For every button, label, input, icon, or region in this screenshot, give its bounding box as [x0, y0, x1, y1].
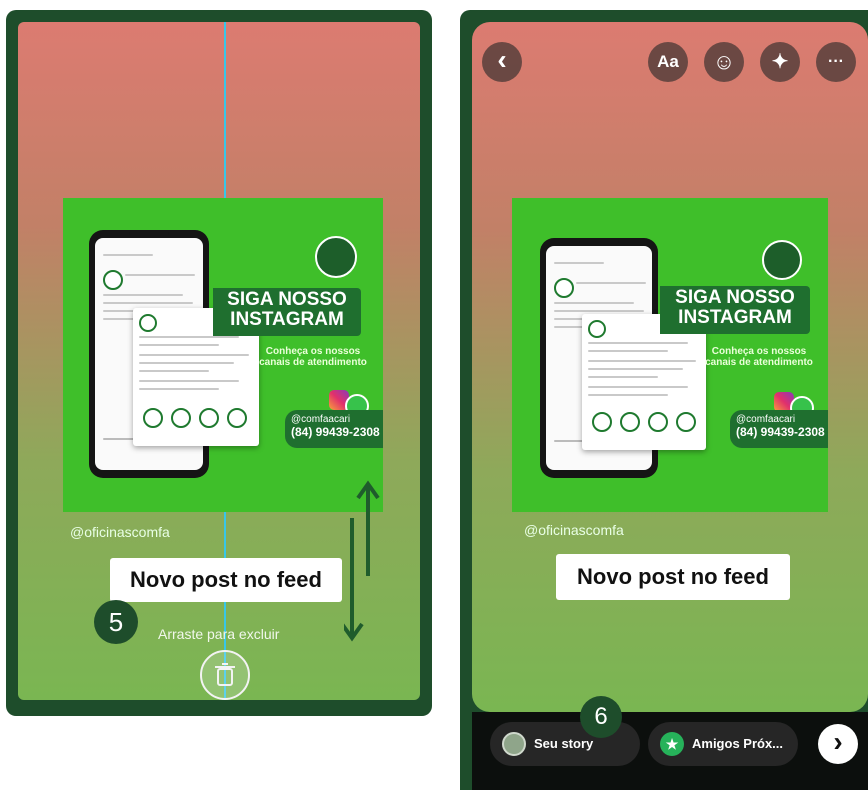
more-dots-icon[interactable]: ···: [816, 42, 856, 82]
text-icon[interactable]: Aa: [648, 42, 688, 82]
text-sticker[interactable]: Novo post no feed: [110, 558, 342, 602]
drag-arrows-icon: [344, 480, 380, 642]
headline-line-1: SIGA NOSSO: [675, 287, 795, 308]
your-story-label: Seu story: [534, 736, 594, 751]
mention-tag[interactable]: @oficinascomfa: [70, 524, 170, 540]
trash-drop-target[interactable]: [200, 650, 250, 700]
close-friends-label: Amigos Próx...: [692, 736, 784, 751]
mention-tag[interactable]: @oficinascomfa: [524, 522, 624, 538]
share-bar: Seu story ★ Amigos Próx... ›: [472, 712, 868, 790]
contact-phone: (84) 99439-2308: [291, 425, 380, 439]
close-friends-star-icon: ★: [660, 732, 684, 756]
back-arrow-icon[interactable]: ‹: [482, 42, 522, 82]
headline-line-1: SIGA NOSSO: [227, 289, 347, 310]
contact-box: @comfaacari (84) 99439-2308: [730, 410, 828, 448]
contact-handle: @comfaacari: [291, 414, 351, 425]
text-sticker[interactable]: Novo post no feed: [556, 554, 790, 600]
post-subtitle: Conheça os nossos canais de atendimento: [243, 346, 383, 368]
post-headline: SIGA NOSSO INSTAGRAM: [213, 288, 361, 336]
post-subtitle: Conheça os nossos canais de atendimento: [690, 346, 828, 368]
profile-popup: [582, 314, 706, 450]
subtitle-line-1: Conheça os nossos: [711, 346, 807, 357]
post-preview[interactable]: SIGA NOSSO INSTAGRAM Conheça os nossos c…: [63, 198, 383, 512]
effects-sparkle-icon[interactable]: ✦: [760, 42, 800, 82]
contact-box: @comfaacari (84) 99439-2308: [285, 410, 383, 448]
story-avatar-icon: [502, 732, 526, 756]
right-step-panel: ‹ Aa ☺ ✦ ··· SIGA NOSSO INSTAGRAM Conheç…: [460, 10, 868, 790]
contact-handle: @comfaacari: [736, 414, 796, 425]
brand-logo: [762, 240, 802, 280]
headline-line-2: INSTAGRAM: [678, 306, 792, 328]
post-headline: SIGA NOSSO INSTAGRAM: [660, 286, 810, 334]
chevron-right-icon[interactable]: ›: [818, 724, 858, 764]
delete-hint: Arraste para excluir: [158, 626, 280, 642]
step-number-badge: 6: [580, 696, 622, 738]
close-friends-button[interactable]: ★ Amigos Próx...: [648, 722, 798, 766]
subtitle-line-2: canais de atendimento: [705, 357, 813, 368]
step-number-badge: 5: [94, 600, 138, 644]
contact-phone: (84) 99439-2308: [736, 425, 825, 439]
brand-logo: [315, 236, 357, 278]
left-step-panel: SIGA NOSSO INSTAGRAM Conheça os nossos c…: [6, 10, 432, 716]
sticker-icon[interactable]: ☺: [704, 42, 744, 82]
headline-line-2: INSTAGRAM: [230, 308, 344, 330]
trash-icon: [215, 663, 235, 686]
subtitle-line-2: canais de atendimento: [259, 357, 367, 368]
post-preview[interactable]: SIGA NOSSO INSTAGRAM Conheça os nossos c…: [512, 198, 828, 512]
story-editor-screen: ‹ Aa ☺ ✦ ··· SIGA NOSSO INSTAGRAM Conheç…: [472, 22, 868, 712]
story-editor-screen-dragging: SIGA NOSSO INSTAGRAM Conheça os nossos c…: [18, 22, 420, 700]
subtitle-line-1: Conheça os nossos: [265, 346, 361, 357]
